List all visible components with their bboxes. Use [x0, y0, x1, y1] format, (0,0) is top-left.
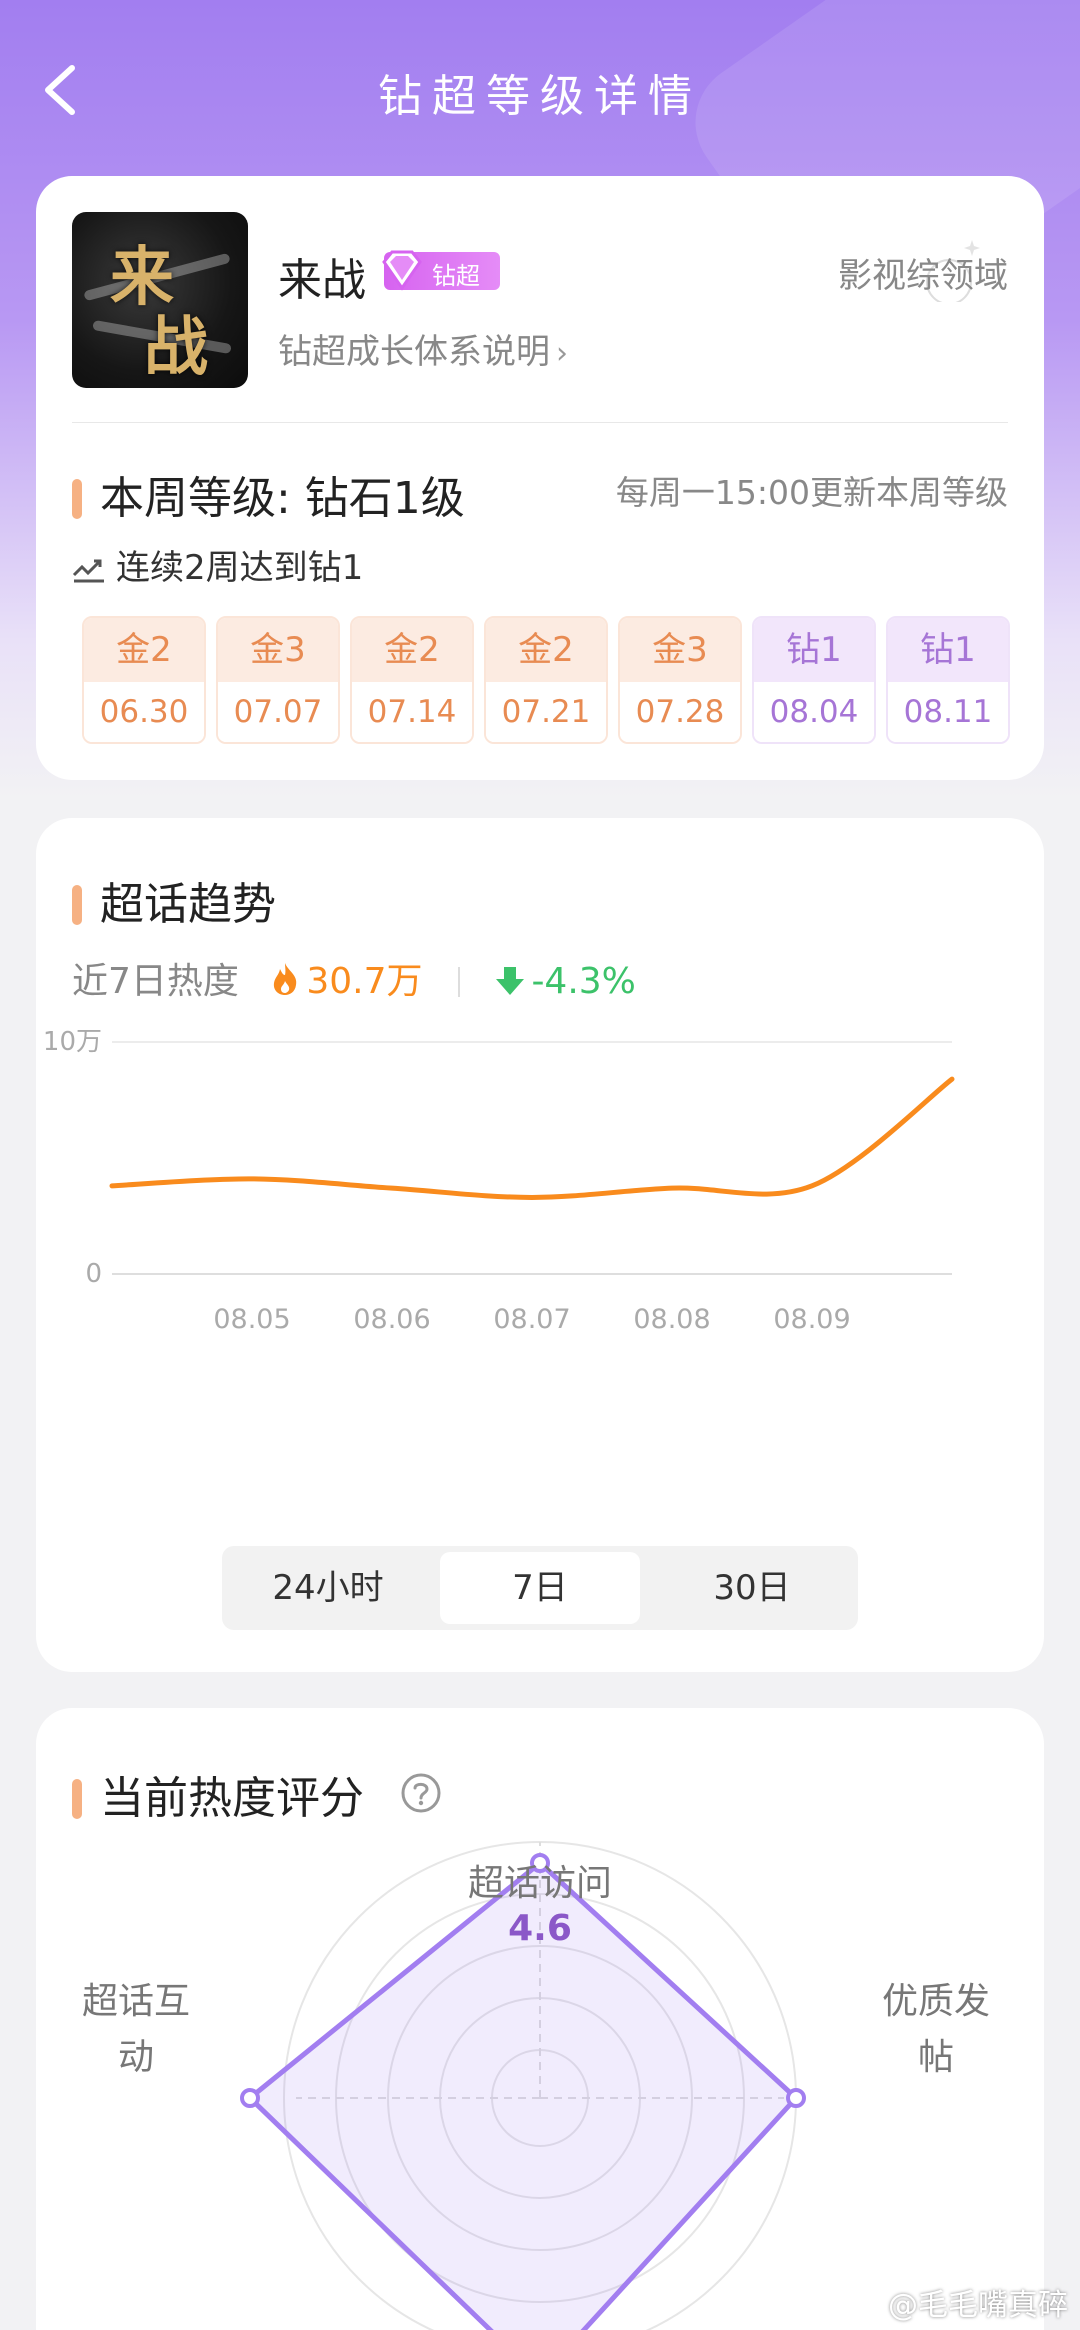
week-level-item: 金2 07.21 [484, 616, 608, 744]
axis-label-post-line1: 优质发 [881, 1981, 990, 2022]
heat-trend-chart: 10万 0 08.05 08.06 08.07 08.08 08.09 [43, 1027, 955, 1335]
trend-card: 超话趋势 近7日热度 30.7万 -4.3% 10万 0 08.05 08.06 08.… [36, 818, 1044, 1672]
level-heading-text: 本周等级: 钻石1级 [100, 473, 465, 524]
divider [72, 422, 1008, 423]
trend-up-icon [72, 559, 104, 583]
week-level-item: 金3 07.28 [618, 616, 742, 744]
series-line [109, 1076, 955, 1200]
heat-summary: 近7日热度 30.7万 -4.3% [72, 952, 636, 1004]
week-date: 06.30 [84, 682, 204, 742]
week-date: 08.04 [754, 682, 874, 742]
radar-point-interact [240, 2088, 260, 2108]
week-level-item: 钻1 08.11 [886, 616, 1010, 744]
week-date: 07.14 [352, 682, 472, 742]
avatar[interactable]: 来 战 [72, 212, 248, 388]
heat-label: 近7日热度 [72, 961, 239, 1002]
growth-system-link[interactable]: 钻超成长体系说明 › [278, 324, 568, 373]
domain-label: 影视综领域 [838, 256, 1008, 296]
axis-label-interact-line2: 动 [117, 2037, 154, 2078]
diamond-icon [382, 250, 422, 291]
badge-label: 钻超 [432, 262, 480, 290]
trend-heading-text: 超话趋势 [100, 879, 276, 930]
chevron-right-icon: › [556, 336, 568, 371]
y-tick-label: 0 [85, 1259, 102, 1289]
tab-7d[interactable]: 7日 [440, 1552, 640, 1624]
week-level: 钻1 [754, 618, 874, 682]
x-tick-label: 08.06 [353, 1304, 430, 1335]
weekly-levels: 金2 06.30 金3 07.07 金2 07.14 金2 07.21 金3 0… [82, 616, 1012, 746]
arrow-down-icon [496, 967, 525, 995]
streak-label: 连续2周达到钻1 [116, 548, 364, 588]
x-tick-label: 08.09 [773, 1304, 850, 1335]
week-level-item: 金2 07.14 [350, 616, 474, 744]
tab-30d[interactable]: 30日 [646, 1552, 858, 1624]
help-icon[interactable] [400, 1772, 442, 1814]
tab-24h[interactable]: 24小时 [222, 1552, 434, 1624]
week-level: 金2 [352, 618, 472, 682]
axis-score-visit: 4.6 [508, 1908, 572, 1949]
week-level: 金2 [486, 618, 606, 682]
section-accent-bar [72, 885, 82, 925]
axis-label-post-line2: 帖 [917, 2037, 954, 2078]
topic-name: 来战 [278, 255, 366, 306]
x-tick-label: 08.07 [493, 1304, 570, 1335]
week-level: 金2 [84, 618, 204, 682]
heat-change: -4.3% [531, 961, 636, 1002]
page-title: 钻超等级详情 [378, 71, 702, 122]
radar-point-post [786, 2088, 806, 2108]
fire-icon [274, 963, 297, 995]
y-tick-label: 10万 [43, 1027, 102, 1057]
week-level-item: 金3 07.07 [216, 616, 340, 744]
week-level: 钻1 [888, 618, 1008, 682]
week-level: 金3 [620, 618, 740, 682]
growth-system-link-label: 钻超成长体系说明 [278, 332, 550, 372]
score-heading-text: 当前热度评分 [100, 1773, 364, 1824]
x-tick-label: 08.08 [633, 1304, 710, 1335]
range-segmented-control: 24小时 7日 30日 [222, 1546, 858, 1630]
trend-heading: 超话趋势 [72, 868, 276, 932]
section-accent-bar [72, 479, 82, 519]
level-heading: 本周等级: 钻石1级 [72, 462, 465, 526]
week-level-item: 金2 06.30 [82, 616, 206, 744]
level-update-note: 每周一15:00更新本周等级 [615, 473, 1008, 512]
axis-label-interact-line1: 超话互 [81, 1981, 190, 2022]
week-level-item: 钻1 08.04 [752, 616, 876, 744]
week-date: 07.07 [218, 682, 338, 742]
axis-label-visit: 超话访问 [467, 1863, 612, 1904]
diamond-badge: 钻超 [382, 250, 500, 291]
week-level: 金3 [218, 618, 338, 682]
week-date: 07.21 [486, 682, 606, 742]
level-card: 来 战 来战 钻超 钻超成长体系说明 › 影视综领域 本周等级: 钻石1级 每周一… [36, 176, 1044, 780]
score-heading: 当前热度评分 [72, 1762, 364, 1826]
heat-value: 30.7万 [306, 961, 423, 1002]
x-tick-label: 08.05 [213, 1304, 290, 1335]
streak-text: 连续2周达到钻1 [72, 540, 363, 589]
watermark: @毛毛嘴真碎 [888, 2288, 1068, 2323]
week-date: 08.11 [888, 682, 1008, 742]
section-accent-bar [72, 1779, 82, 1819]
score-card: 当前热度评分 超话访问 4.6 优质发 帖 超话互 动 [36, 1708, 1044, 2330]
separator [457, 967, 460, 997]
nav-bar: 钻超等级详情 [0, 50, 1080, 130]
week-date: 07.28 [620, 682, 740, 742]
